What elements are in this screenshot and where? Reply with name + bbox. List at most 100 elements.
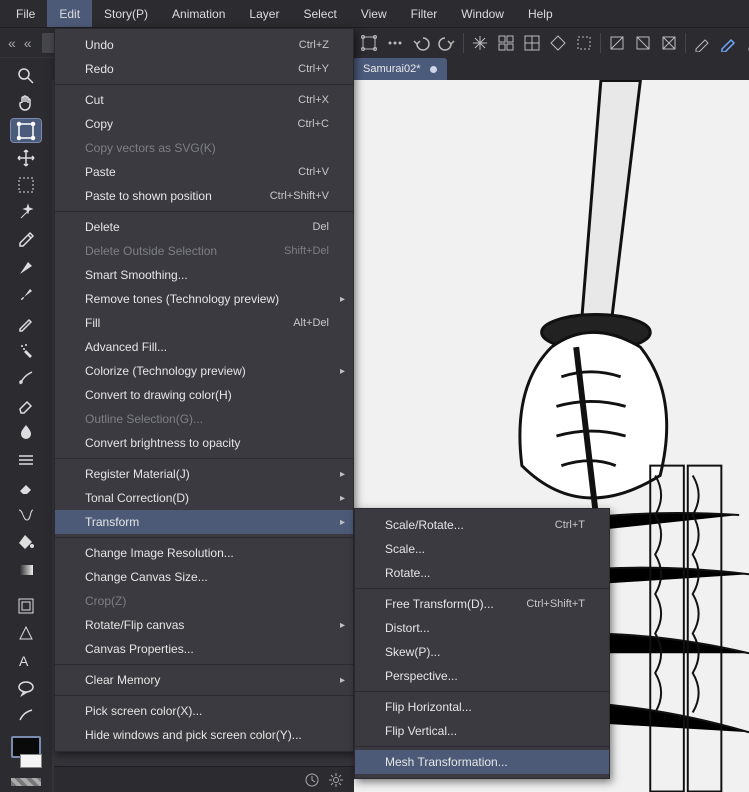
pen-b-icon[interactable] [716,31,740,55]
lines-icon[interactable] [11,448,41,471]
menu-separator [355,746,609,747]
settings-icon[interactable] [328,772,344,788]
transform-submenu: Scale/Rotate...Ctrl+T Scale... Rotate...… [354,508,610,779]
menuitem-flip-horizontal[interactable]: Flip Horizontal... [355,695,609,719]
grid-a-icon[interactable] [494,31,518,55]
menuitem-flip-vertical[interactable]: Flip Vertical... [355,719,609,743]
document-tab-active[interactable]: Samurai02* [353,58,447,80]
history-icon[interactable] [304,772,320,788]
magic-wand-icon[interactable] [11,201,41,224]
dashed-rect-icon[interactable] [572,31,596,55]
chevron-left-icon[interactable]: « [4,35,20,51]
transparent-swatch[interactable] [11,778,41,786]
sparkle-icon[interactable] [468,31,492,55]
menuitem-free-transform[interactable]: Free Transform(D)...Ctrl+Shift+T [355,592,609,616]
menu-window[interactable]: Window [449,0,516,27]
menuitem-brightness-opacity[interactable]: Convert brightness to opacity [55,431,353,455]
move-icon[interactable] [11,146,41,169]
undo-icon[interactable] [409,31,433,55]
menuitem-rotate[interactable]: Rotate... [355,561,609,585]
menuitem-mesh-transformation[interactable]: Mesh Transformation... [355,750,609,774]
menu-separator [55,211,353,212]
gradient-icon[interactable] [11,558,41,581]
menuitem-remove-tones[interactable]: Remove tones (Technology preview)▸ [55,287,353,311]
menuitem-perspective[interactable]: Perspective... [355,664,609,688]
warp-icon[interactable] [11,503,41,526]
menu-layer[interactable]: Layer [237,0,291,27]
menuitem-rotate-flip-canvas[interactable]: Rotate/Flip canvas▸ [55,613,353,637]
menu-filter[interactable]: Filter [399,0,450,27]
menu-view[interactable]: View [349,0,399,27]
airbrush-icon[interactable] [11,338,41,361]
eraser-soft-icon[interactable] [11,393,41,416]
toolbar-separator [600,33,601,53]
menuitem-redo[interactable]: RedoCtrl+Y [55,57,353,81]
grid-b-icon[interactable] [520,31,544,55]
shape-icon[interactable] [11,622,41,645]
menu-story[interactable]: Story(P) [92,0,160,27]
blend-icon[interactable] [11,421,41,444]
menu-file[interactable]: File [4,0,47,27]
menuitem-scale[interactable]: Scale... [355,537,609,561]
diag-a-icon[interactable] [605,31,629,55]
toolbar-separator [463,33,464,53]
menuitem-tonal-correction[interactable]: Tonal Correction(D)▸ [55,486,353,510]
menuitem-pick-screen-color[interactable]: Pick screen color(X)... [55,699,353,723]
menuitem-canvas-properties[interactable]: Canvas Properties... [55,637,353,661]
menuitem-paste[interactable]: PasteCtrl+V [55,160,353,184]
menuitem-fill[interactable]: FillAlt+Del [55,311,353,335]
menuitem-register-material[interactable]: Register Material(J)▸ [55,462,353,486]
menuitem-skew[interactable]: Skew(P)... [355,640,609,664]
frame-icon[interactable] [11,594,41,617]
menuitem-undo[interactable]: UndoCtrl+Z [55,33,353,57]
menuitem-scale-rotate[interactable]: Scale/Rotate...Ctrl+T [355,513,609,537]
diag-b-icon[interactable] [631,31,655,55]
menuitem-cut[interactable]: CutCtrl+X [55,88,353,112]
correct-line-icon[interactable] [11,704,41,727]
balloon-icon[interactable] [11,677,41,700]
menuitem-hide-pick-color[interactable]: Hide windows and pick screen color(Y)... [55,723,353,747]
eyedropper-icon[interactable] [11,229,41,252]
menuitem-clear-memory[interactable]: Clear Memory▸ [55,668,353,692]
chevron-left-icon[interactable]: « [20,35,36,51]
pen-icon[interactable] [11,256,41,279]
toolbar-separator [685,33,686,53]
three-dots-icon[interactable] [383,31,407,55]
diag-c-icon[interactable] [657,31,681,55]
handles-icon[interactable] [357,31,381,55]
marquee-icon[interactable] [11,174,41,197]
document-tab-label: Samurai02* [363,63,420,75]
menu-animation[interactable]: Animation [160,0,237,27]
menuitem-convert-drawing-color[interactable]: Convert to drawing color(H) [55,383,353,407]
deco-brush-icon[interactable] [11,366,41,389]
bucket-icon[interactable] [11,530,41,553]
menuitem-delete[interactable]: DeleteDel [55,215,353,239]
operation-tool-icon[interactable] [11,119,41,142]
menu-select[interactable]: Select [291,0,348,27]
text-icon[interactable]: A [11,649,41,672]
hand-icon[interactable] [11,91,41,114]
pen-a-icon[interactable] [690,31,714,55]
menuitem-canvas-size[interactable]: Change Canvas Size... [55,565,353,589]
menuitem-distort[interactable]: Distort... [355,616,609,640]
menuitem-transform[interactable]: Transform▸ [55,510,353,534]
menuitem-copy[interactable]: CopyCtrl+C [55,112,353,136]
background-color-swatch[interactable] [20,754,42,768]
diamond-icon[interactable] [546,31,570,55]
menuitem-crop: Crop(Z) [55,589,353,613]
pen-c-icon[interactable] [742,31,749,55]
menuitem-smart-smoothing[interactable]: Smart Smoothing... [55,263,353,287]
menuitem-paste-pos[interactable]: Paste to shown positionCtrl+Shift+V [55,184,353,208]
redo-icon[interactable] [435,31,459,55]
eraser-icon[interactable] [11,476,41,499]
pencil-icon[interactable] [11,311,41,334]
menuitem-image-resolution[interactable]: Change Image Resolution... [55,541,353,565]
brush-icon[interactable] [11,284,41,307]
chevron-right-icon: ▸ [340,493,345,504]
document-tabs: Samurai02* [353,58,447,80]
menu-edit[interactable]: Edit [47,0,92,27]
menu-help[interactable]: Help [516,0,565,27]
magnifier-icon[interactable] [11,64,41,87]
menuitem-colorize[interactable]: Colorize (Technology preview)▸ [55,359,353,383]
menuitem-advanced-fill[interactable]: Advanced Fill... [55,335,353,359]
